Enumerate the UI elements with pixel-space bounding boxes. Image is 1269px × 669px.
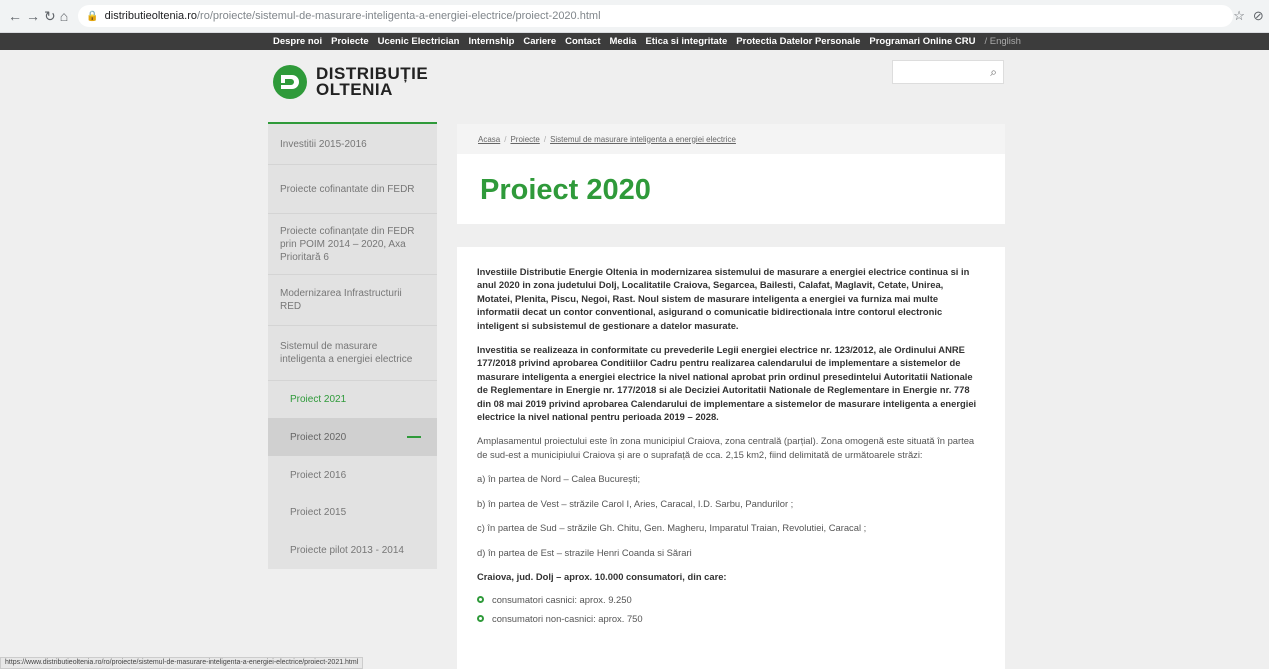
sidebar-item-modernizarea[interactable]: Modernizarea Infrastructurii RED bbox=[268, 275, 437, 325]
list-item: consumatori casnici: aprox. 9.250 bbox=[477, 594, 981, 605]
sidebar-item-proiecte-pilot[interactable]: Proiecte pilot 2013 - 2014 bbox=[268, 531, 437, 569]
paragraph-nord: a) în partea de Nord – Calea București; bbox=[477, 473, 641, 485]
breadcrumb: Acasa / Proiecte / Sistemul de masurare … bbox=[457, 124, 1005, 154]
main-content: Investiile Distributie Energie Oltenia i… bbox=[457, 247, 1005, 669]
forward-arrow-icon[interactable]: → bbox=[26, 6, 40, 26]
sidebar-item-poim[interactable]: Proiecte cofinanțate din FEDR prin POIM … bbox=[268, 214, 437, 274]
search-icon[interactable]: ⌕ bbox=[990, 65, 997, 80]
nav-protectia-datelor[interactable]: Protectia Datelor Personale bbox=[736, 36, 860, 47]
top-navigation: Despre noi Proiecte Ucenic Electrician I… bbox=[0, 33, 1269, 50]
bullet-text: consumatori non-casnici: aprox. 750 bbox=[492, 613, 643, 625]
nav-etica[interactable]: Etica si integritate bbox=[645, 36, 727, 47]
star-icon[interactable]: ☆ bbox=[1233, 8, 1245, 24]
paragraph-est: d) în partea de Est – strazile Henri Coa… bbox=[477, 546, 692, 558]
paragraph-vest: b) în partea de Vest – străzile Carol I,… bbox=[477, 497, 794, 509]
bullet-circle-icon bbox=[477, 615, 484, 623]
reload-icon[interactable]: ↻ bbox=[44, 6, 56, 26]
paragraph-sud: c) în partea de Sud – străzile Gh. Chitu… bbox=[477, 522, 867, 534]
sidebar-item-proiect-2015[interactable]: Proiect 2015 bbox=[268, 494, 437, 531]
block-icon[interactable]: ⊘ bbox=[1253, 8, 1264, 24]
nav-cariere[interactable]: Cariere bbox=[523, 36, 556, 47]
browser-toolbar: ← → ↻ ⌂ 🔒 distributieoltenia.ro/ro/proie… bbox=[0, 0, 1269, 33]
site-logo[interactable]: DISTRIBUȚIE OLTENIA bbox=[272, 64, 428, 100]
breadcrumb-projects[interactable]: Proiecte bbox=[510, 135, 539, 144]
paragraph-location: Amplasamentul proiectului este în zona m… bbox=[477, 435, 975, 460]
extensions-area: ☆ ⊘ ✱ T ⋮ bbox=[1233, 8, 1269, 24]
sidebar-item-proiect-2016[interactable]: Proiect 2016 bbox=[268, 456, 437, 494]
lock-icon: 🔒 bbox=[86, 10, 99, 22]
collapse-dash-icon[interactable] bbox=[407, 436, 421, 438]
search-box: ⌕ bbox=[892, 60, 1004, 84]
sidebar-item-investitii[interactable]: Investitii 2015-2016 bbox=[268, 124, 437, 164]
sidebar-item-proiect-2021[interactable]: Proiect 2021 bbox=[268, 381, 437, 418]
search-input[interactable] bbox=[910, 66, 991, 78]
logo-text: DISTRIBUȚIE OLTENIA bbox=[316, 65, 428, 99]
nav-contact[interactable]: Contact bbox=[565, 36, 600, 47]
back-arrow-icon[interactable]: ← bbox=[8, 6, 22, 26]
site-header: DISTRIBUȚIE OLTENIA ⌕ bbox=[0, 50, 1269, 122]
nav-programari[interactable]: Programari Online CRU bbox=[869, 36, 975, 47]
bullet-circle-icon bbox=[477, 596, 484, 604]
paragraph-intro: Investiile Distributie Energie Oltenia i… bbox=[477, 266, 970, 331]
nav-proiecte[interactable]: Proiecte bbox=[331, 36, 369, 47]
breadcrumb-home[interactable]: Acasa bbox=[478, 135, 500, 144]
logo-mark-icon bbox=[273, 65, 307, 99]
paragraph-legal: Investitia se realizeaza in conformitate… bbox=[477, 344, 977, 423]
url-host: distributieoltenia.ro bbox=[104, 10, 197, 22]
title-panel: Acasa / Proiecte / Sistemul de masurare … bbox=[457, 124, 1005, 224]
sidebar-item-fedr[interactable]: Proiecte cofinantate din FEDR bbox=[268, 165, 437, 213]
breadcrumb-current[interactable]: Sistemul de masurare inteligenta a energ… bbox=[550, 135, 736, 144]
logo-line2: OLTENIA bbox=[316, 80, 393, 99]
sidebar: Investitii 2015-2016 Proiecte cofinantat… bbox=[268, 122, 437, 569]
home-icon[interactable]: ⌂ bbox=[60, 6, 68, 26]
nav-internship[interactable]: Internship bbox=[468, 36, 514, 47]
paragraph-consumers: Craiova, jud. Dolj – aprox. 10.000 consu… bbox=[477, 570, 727, 582]
sidebar-item-sistemul[interactable]: Sistemul de masurare inteligenta a energ… bbox=[268, 326, 437, 380]
url-path: /ro/proiecte/sistemul-de-masurare-inteli… bbox=[197, 10, 601, 22]
address-bar[interactable]: 🔒 distributieoltenia.ro/ro/proiecte/sist… bbox=[78, 5, 1234, 27]
sidebar-item-label: Proiect 2020 bbox=[290, 431, 347, 443]
nav-language-english[interactable]: / English bbox=[984, 36, 1020, 47]
list-item: consumatori non-casnici: aprox. 750 bbox=[477, 613, 981, 624]
nav-despre-noi[interactable]: Despre noi bbox=[273, 36, 322, 47]
status-bar-url: https://www.distributieoltenia.ro/ro/pro… bbox=[0, 657, 364, 669]
bullet-text: consumatori casnici: aprox. 9.250 bbox=[492, 594, 632, 606]
page-title: Proiect 2020 bbox=[480, 174, 651, 206]
nav-ucenic-electrician[interactable]: Ucenic Electrician bbox=[378, 36, 460, 47]
nav-media[interactable]: Media bbox=[610, 36, 637, 47]
sidebar-item-proiect-2020[interactable]: Proiect 2020 bbox=[268, 418, 437, 456]
